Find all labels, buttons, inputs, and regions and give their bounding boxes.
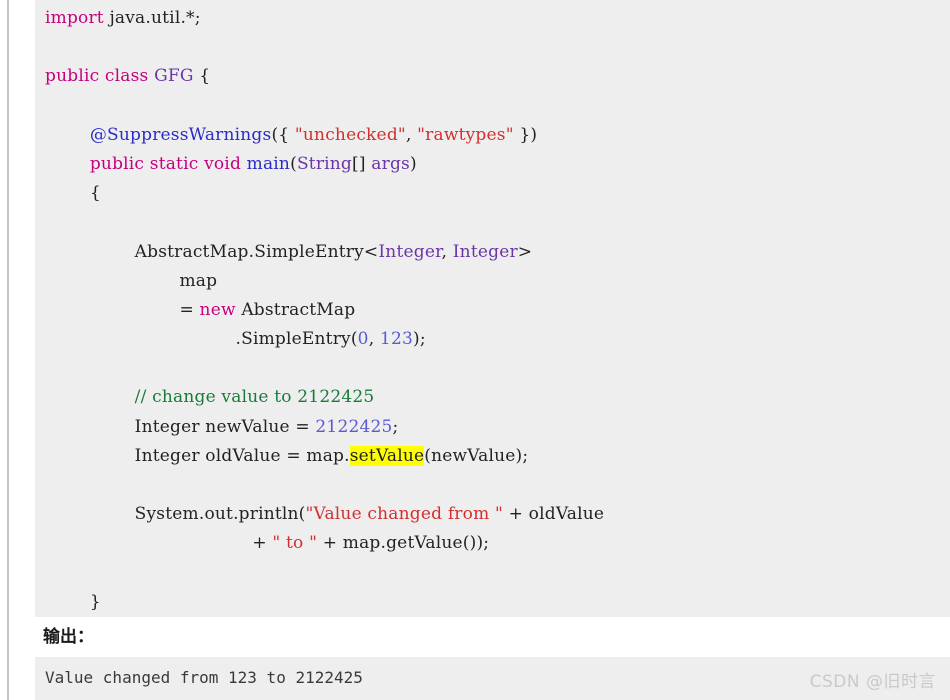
code-token-pln: > xyxy=(517,241,533,262)
code-token-typ: GFG xyxy=(154,66,194,87)
code-line: } xyxy=(35,588,950,617)
code-token-pln: }) xyxy=(513,124,538,145)
code-token-str: "Value changed from " xyxy=(305,504,504,525)
code-token-pln: (newValue); xyxy=(424,445,529,466)
code-line: @SuppressWarnings({ "unchecked", "rawtyp… xyxy=(35,121,950,150)
code-token-fn: main xyxy=(246,153,291,174)
code-token-pln: map xyxy=(45,270,218,291)
code-token-pln: ( xyxy=(290,153,297,174)
code-token-pln: + map.getValue()); xyxy=(317,533,490,554)
code-token-pln: , xyxy=(405,124,418,145)
code-token-hl: setValue xyxy=(349,445,425,466)
code-token-str: "unchecked" xyxy=(294,124,406,145)
code-line: // change value to 2122425 xyxy=(35,383,950,412)
code-token-pln xyxy=(45,387,135,407)
code-token-num: 0 xyxy=(357,329,369,350)
code-line: { xyxy=(35,179,950,208)
code-token-typ: Integer xyxy=(452,241,518,262)
code-token-pln: { xyxy=(45,183,101,204)
code-line: Integer newValue = 2122425; xyxy=(35,413,950,442)
code-token-pln: ); xyxy=(412,329,426,350)
code-token-pln: Integer newValue = xyxy=(45,416,316,437)
code-line: + " to " + map.getValue()); xyxy=(35,529,950,558)
code-token-pln: + oldValue xyxy=(503,504,605,525)
code-token-kw: new xyxy=(199,299,236,320)
output-block: Value changed from 123 to 2122425 CSDN @… xyxy=(35,657,950,700)
code-line: map xyxy=(35,267,950,296)
code-line: System.out.println("Value changed from "… xyxy=(35,500,950,529)
code-token-pln: AbstractMap xyxy=(235,299,356,320)
code-token-pln: , xyxy=(368,329,380,350)
code-line: Integer oldValue = map.setValue(newValue… xyxy=(35,442,950,471)
code-token-typ: args xyxy=(371,153,410,174)
code-token-pln: ; xyxy=(392,416,399,437)
code-token-fn: @SuppressWarnings xyxy=(89,124,272,145)
code-token-pln xyxy=(45,125,90,145)
code-line: AbstractMap.SimpleEntry<Integer, Integer… xyxy=(35,238,950,267)
code-token-pln: { xyxy=(193,66,211,87)
code-token-pln: , xyxy=(441,241,453,262)
code-token-pln: Integer oldValue = map. xyxy=(45,445,350,466)
page-root: import java.util.*; public class GFG { @… xyxy=(0,0,950,700)
code-token-num: 2122425 xyxy=(315,416,393,437)
code-token-pln: } xyxy=(45,591,101,612)
code-line: = new AbstractMap xyxy=(35,296,950,325)
output-label: 输出： xyxy=(35,617,950,657)
code-token-pln: AbstractMap.SimpleEntry< xyxy=(45,241,379,262)
code-token-typ: Integer xyxy=(378,241,442,262)
code-token-pln: = xyxy=(45,299,200,320)
code-token-pln: java.util.*; xyxy=(103,8,201,28)
blockquote-rule xyxy=(7,0,9,700)
code-block: import java.util.*; public class GFG { @… xyxy=(35,0,950,617)
code-token-kw: class xyxy=(104,66,149,87)
code-token-typ: String xyxy=(296,153,353,174)
code-line: import java.util.*; xyxy=(35,4,950,33)
content-column: import java.util.*; public class GFG { @… xyxy=(35,0,950,700)
code-token-str: " to " xyxy=(272,533,318,554)
code-token-pln: ) xyxy=(409,153,417,174)
code-token-num: 123 xyxy=(379,329,413,350)
code-token-pln xyxy=(45,154,90,174)
code-token-pln: System.out.println( xyxy=(45,504,306,525)
code-token-kw: void xyxy=(204,153,242,174)
code-token-str: "rawtypes" xyxy=(417,124,514,145)
code-token-pln: [] xyxy=(352,153,372,174)
code-token-kw: public xyxy=(45,66,100,87)
code-token-kw: static xyxy=(149,153,199,174)
code-token-pln: + xyxy=(45,533,273,554)
code-line: public static void main(String[] args) xyxy=(35,150,950,179)
csdn-watermark: CSDN @旧时言 xyxy=(809,672,936,692)
code-token-pln: .SimpleEntry( xyxy=(45,329,358,350)
code-line: public class GFG { xyxy=(35,62,950,91)
code-token-cmt: // change value to 2122425 xyxy=(134,387,375,408)
code-line: .SimpleEntry(0, 123); xyxy=(35,325,950,354)
code-token-pln: ({ xyxy=(271,124,295,145)
code-token-kw: public xyxy=(89,153,145,174)
code-token-kw: import xyxy=(45,8,104,28)
java-code-listing[interactable]: import java.util.*; public class GFG { @… xyxy=(35,0,950,617)
